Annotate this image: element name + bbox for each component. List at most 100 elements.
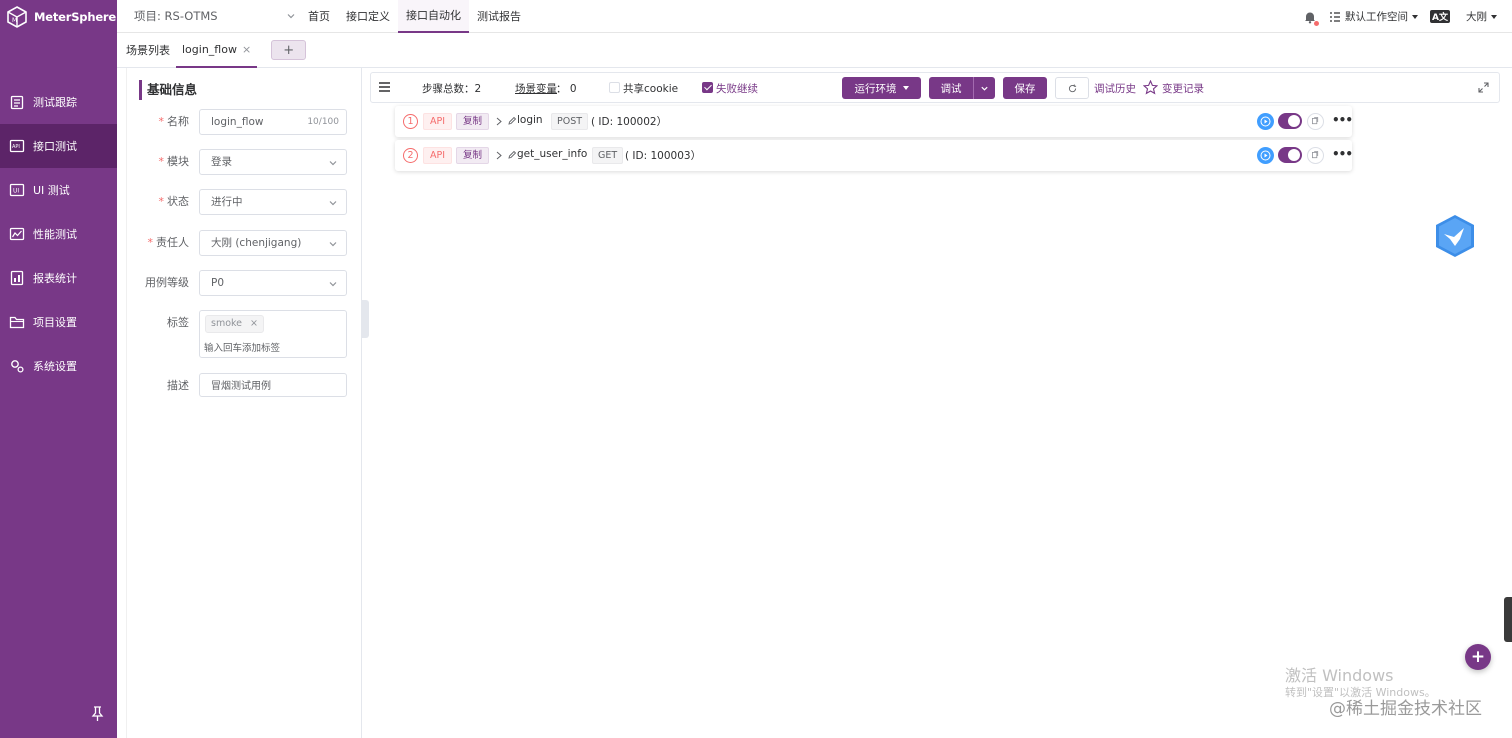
chevron-right-icon[interactable] bbox=[496, 117, 502, 126]
share-cookie-label: 共享cookie bbox=[623, 83, 679, 95]
tag-label: smoke bbox=[211, 318, 243, 329]
section-title: 基础信息 bbox=[139, 80, 197, 100]
run-step-button[interactable] bbox=[1257, 113, 1274, 130]
chevron-down-icon bbox=[981, 86, 988, 91]
tab-scenario-list[interactable]: 场景列表 bbox=[126, 33, 176, 68]
pin-icon[interactable] bbox=[91, 706, 104, 722]
status-select[interactable]: 进行中 bbox=[199, 189, 347, 215]
sidebar-item-report[interactable]: 报表统计 bbox=[0, 256, 117, 300]
description-textarea[interactable]: 冒烟测试用例 bbox=[199, 373, 347, 397]
folder-icon bbox=[9, 316, 25, 329]
fullscreen-icon[interactable] bbox=[1478, 82, 1489, 93]
level-select[interactable]: P0 bbox=[199, 270, 347, 296]
step-copy-tag: 复制 bbox=[456, 113, 490, 130]
change-log-link[interactable]: 变更记录 bbox=[1162, 81, 1204, 96]
copy-step-button[interactable] bbox=[1307, 147, 1324, 164]
tag-remove-icon[interactable]: × bbox=[250, 316, 258, 332]
close-icon[interactable]: × bbox=[242, 43, 251, 56]
clipboard-icon bbox=[10, 95, 24, 110]
enable-toggle[interactable] bbox=[1278, 147, 1302, 163]
ui-icon: UI bbox=[9, 183, 25, 197]
panel-collapse-handle[interactable] bbox=[362, 300, 369, 338]
owner-select[interactable]: 大刚 (chenjigang) bbox=[199, 230, 347, 256]
step-type-tag: API bbox=[423, 147, 453, 164]
sidebar-item-label: 测试跟踪 bbox=[33, 96, 77, 109]
form-row-status: * 状态 进行中 bbox=[127, 189, 363, 215]
http-method-tag: POST bbox=[551, 113, 589, 130]
topnav-test-report[interactable]: 测试报告 bbox=[469, 0, 529, 33]
user-name: 大刚 bbox=[1466, 11, 1487, 23]
workspace-select[interactable]: 默认工作空间 bbox=[1329, 9, 1419, 24]
chart-icon bbox=[9, 227, 25, 241]
required-mark: * bbox=[158, 155, 165, 168]
list-icon bbox=[1330, 11, 1341, 22]
more-options-icon[interactable]: ••• bbox=[1332, 113, 1353, 127]
app-logo[interactable]: M MeterSphere bbox=[0, 0, 117, 34]
top-bar: 项目: RS-OTMS 首页 接口定义 接口自动化 测试报告 默认工作空间 A文… bbox=[117, 0, 1512, 33]
form-row-owner: * 责任人 大刚 (chenjigang) bbox=[127, 230, 363, 256]
notification-bell[interactable] bbox=[1303, 10, 1320, 26]
save-button[interactable]: 保存 bbox=[1003, 77, 1047, 99]
language-switch[interactable]: A文 bbox=[1430, 10, 1450, 23]
debug-dropdown[interactable] bbox=[974, 77, 995, 99]
scenario-step[interactable]: 2 API 复制 get_user_info GET ( ID: 100003）… bbox=[395, 140, 1353, 171]
app-name: MeterSphere bbox=[34, 10, 116, 24]
sidebar-item-test-track[interactable]: 测试跟踪 bbox=[0, 80, 117, 124]
notification-dot bbox=[1314, 20, 1320, 26]
chevron-right-icon[interactable] bbox=[496, 151, 502, 160]
module-select[interactable]: 登录 bbox=[199, 149, 347, 175]
env-button[interactable]: 运行环境 bbox=[842, 77, 921, 99]
status-select-value: 进行中 bbox=[211, 196, 243, 208]
scenario-tabs: 场景列表 login_flow × + bbox=[117, 33, 1512, 68]
user-menu[interactable]: 大刚 bbox=[1466, 9, 1497, 24]
name-input[interactable]: login_flow 10/100 bbox=[199, 109, 347, 135]
sidebar-item-performance-test[interactable]: 性能测试 bbox=[0, 212, 117, 256]
enable-toggle[interactable] bbox=[1278, 113, 1302, 129]
edit-icon[interactable] bbox=[507, 150, 517, 160]
side-widget-handle[interactable] bbox=[1504, 597, 1512, 642]
run-step-button[interactable] bbox=[1257, 147, 1274, 164]
form-row-module: * 模块 登录 bbox=[127, 149, 363, 175]
sidebar-item-project-settings[interactable]: 项目设置 bbox=[0, 300, 117, 344]
form-row-name: * 名称 login_flow 10/100 bbox=[127, 109, 363, 135]
continue-on-fail-label: 失败继续 bbox=[716, 83, 758, 95]
sidebar-item-api-test[interactable]: API 接口测试 bbox=[0, 124, 117, 168]
tags-input[interactable]: smoke × 输入回车添加标签 bbox=[199, 310, 347, 358]
continue-on-fail-checkbox[interactable] bbox=[702, 82, 713, 93]
topnav-home[interactable]: 首页 bbox=[300, 0, 338, 33]
sidebar-item-system-settings[interactable]: 系统设置 bbox=[0, 344, 117, 388]
debug-history-link[interactable]: 调试历史 bbox=[1094, 81, 1136, 96]
project-select[interactable]: 项目: RS-OTMS bbox=[134, 8, 296, 24]
more-options-icon[interactable]: ••• bbox=[1332, 147, 1353, 161]
svg-text:UI: UI bbox=[13, 188, 19, 195]
api-icon: API bbox=[9, 139, 25, 153]
site-watermark: @稀土掘金技术社区 bbox=[1329, 699, 1482, 719]
debug-button[interactable]: 调试 bbox=[929, 77, 974, 99]
copy-step-button[interactable] bbox=[1307, 113, 1324, 130]
edit-icon[interactable] bbox=[507, 116, 517, 126]
chevron-down-icon bbox=[329, 242, 337, 247]
share-cookie-checkbox[interactable] bbox=[609, 82, 620, 93]
field-label: * 责任人 bbox=[147, 236, 190, 249]
add-tab-button[interactable]: + bbox=[271, 40, 307, 60]
topnav-api-automation[interactable]: 接口自动化 bbox=[398, 0, 469, 33]
scenario-step[interactable]: 1 API 复制 login POST ( ID: 100002） ••• bbox=[395, 106, 1353, 137]
tab-label: login_flow bbox=[182, 42, 237, 56]
step-type-tag: API bbox=[423, 113, 453, 130]
top-nav: 首页 接口定义 接口自动化 测试报告 bbox=[300, 0, 529, 33]
sidebar: M MeterSphere 测试跟踪 API 接口测试 UI UI 测试 性能测… bbox=[0, 0, 117, 738]
windows-activation-title: 激活 Windows bbox=[1285, 666, 1394, 685]
scene-variables-link[interactable]: 场景变量 bbox=[515, 81, 557, 96]
menu-icon[interactable] bbox=[379, 82, 390, 92]
cube-logo-icon: M bbox=[7, 6, 27, 28]
add-step-fab[interactable]: + bbox=[1465, 644, 1491, 670]
bird-assistant-icon[interactable] bbox=[1433, 213, 1477, 259]
refresh-button[interactable] bbox=[1055, 77, 1089, 99]
report-icon bbox=[10, 270, 24, 286]
star-icon[interactable] bbox=[1143, 80, 1158, 95]
tab-login-flow[interactable]: login_flow × bbox=[176, 33, 258, 68]
required-mark: * bbox=[147, 236, 154, 249]
sidebar-item-ui-test[interactable]: UI UI 测试 bbox=[0, 168, 117, 212]
svg-text:M: M bbox=[12, 17, 17, 24]
topnav-api-definition[interactable]: 接口定义 bbox=[338, 0, 398, 33]
